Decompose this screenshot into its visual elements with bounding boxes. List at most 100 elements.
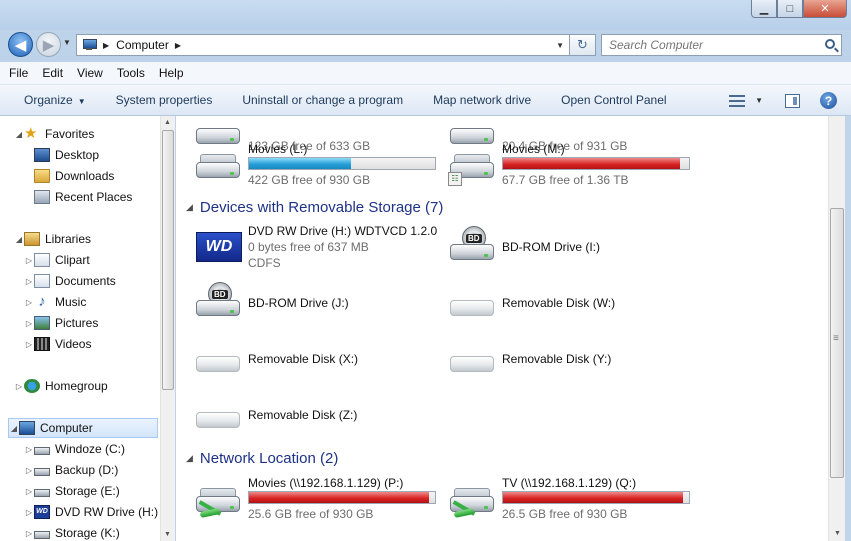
menu-file[interactable]: File [9,66,28,80]
drive-tile-dvd-h[interactable]: WD DVD RW Drive (H:) WDTVCD 1.2.0 0 byte… [176,222,437,274]
uninstall-program-button[interactable]: Uninstall or change a program [242,93,403,107]
drive-name: BD-ROM Drive (I:) [502,240,600,254]
shared-badge-icon: ☷ [448,172,462,186]
nav-drive-k-label: Storage (K:) [55,526,120,540]
collapse-arrow-icon[interactable]: ▷ [24,319,34,328]
collapse-arrow-icon[interactable]: ▷ [24,298,34,307]
nav-music[interactable]: ▷ ♪ Music [24,292,160,312]
nav-drive-h[interactable]: ▷ WD DVD RW Drive (H:) [24,502,160,522]
view-options-dropdown[interactable]: ▼ [755,96,763,105]
menu-edit[interactable]: Edit [42,66,63,80]
nav-drive-d-label: Backup (D:) [55,463,119,477]
nav-libraries[interactable]: ◢ Libraries [14,229,160,249]
breadcrumb-computer[interactable]: Computer [116,38,169,52]
command-bar-right: ▼ ? [729,85,851,116]
scroll-down-arrow-icon[interactable]: ▼ [164,531,171,538]
drive-tile-network-q[interactable]: TV (\\192.168.1.129) (Q:) 26.5 GB free o… [430,474,690,522]
nav-drive-e[interactable]: ▷ Storage (E:) [24,481,160,501]
collapse-arrow-icon[interactable]: ▷ [24,445,34,454]
nav-drive-d[interactable]: ▷ Backup (D:) [24,460,160,480]
nav-recent-places[interactable]: Recent Places [24,187,160,207]
removable-disk-icon [194,394,242,434]
forward-button[interactable]: ▶ [36,32,61,57]
address-dropdown-icon[interactable]: ▼ [556,41,564,50]
search-input[interactable] [609,38,819,52]
drive-tile-network-p[interactable]: Movies (\\192.168.1.129) (P:) 25.6 GB fr… [176,474,436,522]
window-controls: ▁ □ ✕ [751,0,847,18]
drive-tile-removable-w[interactable]: Removable Disk (W:) [430,278,680,326]
scroll-up-arrow-icon[interactable]: ▲ [164,119,171,126]
address-bar[interactable]: ▶ Computer ▶ ▼ [76,34,570,56]
recent-pages-dropdown[interactable]: ▼ [63,38,71,47]
nav-computer[interactable]: ◢ Computer [8,418,158,438]
collapse-arrow-icon[interactable]: ▷ [24,487,34,496]
nav-desktop-label: Desktop [55,148,100,162]
help-icon[interactable]: ? [820,92,837,109]
refresh-button[interactable]: ↻ [570,34,596,56]
drive-tile-removable-z[interactable]: Removable Disk (Z:) [176,390,426,438]
nav-favorites[interactable]: ◢ ★ Favorites [14,124,160,144]
nav-drive-k[interactable]: ▷ Storage (K:) [24,523,160,541]
collapse-arrow-icon[interactable]: ▷ [24,277,34,286]
collapse-group-icon[interactable]: ◢ [186,202,193,213]
search-icon[interactable] [825,39,835,49]
capacity-bar [248,157,436,170]
collapse-arrow-icon[interactable]: ▷ [24,529,34,538]
group-header-removable[interactable]: ◢ Devices with Removable Storage (7) [186,198,443,216]
open-control-panel-button[interactable]: Open Control Panel [561,93,666,107]
nav-clipart[interactable]: ▷ Clipart [24,250,160,270]
nav-favorites-label: Favorites [45,127,95,141]
capacity-fill [249,158,352,169]
nav-drive-h-label: DVD RW Drive (H:) [55,505,159,519]
expand-arrow-icon[interactable]: ◢ [14,130,24,139]
drive-tile-bd-j[interactable]: BD BD-ROM Drive (J:) [176,278,426,326]
nav-homegroup[interactable]: ▷ Homegroup [14,376,160,396]
content-scrollbar[interactable]: ▼ [828,116,845,541]
maximize-button[interactable]: □ [777,0,803,18]
breadcrumb-chevron-icon[interactable]: ▶ [103,41,109,50]
collapse-arrow-icon[interactable]: ▷ [24,340,34,349]
nav-drive-c[interactable]: ▷ Windoze (C:) [24,439,160,459]
collapse-arrow-icon[interactable]: ▷ [24,466,34,475]
nav-downloads[interactable]: Downloads [24,166,160,186]
menu-view[interactable]: View [77,66,103,80]
drive-tile-movies-m[interactable]: ☷ Movies (M:) 67.7 GB free of 1.36 TB [430,140,690,188]
drive-tile-removable-y[interactable]: Removable Disk (Y:) [430,334,680,382]
group-header-network[interactable]: ◢ Network Location (2) [186,449,338,467]
capacity-bar [248,491,436,504]
nav-videos[interactable]: ▷ Videos [24,334,160,354]
nav-documents[interactable]: ▷ Documents [24,271,160,291]
navigation-scroll-thumb[interactable] [162,130,174,390]
collapse-arrow-icon[interactable]: ▷ [24,508,34,517]
drive-tile-removable-x[interactable]: Removable Disk (X:) [176,334,426,382]
expand-arrow-icon[interactable]: ◢ [14,235,24,244]
expand-arrow-icon[interactable]: ◢ [9,424,19,433]
back-button[interactable]: ◀ [8,32,33,57]
close-button[interactable]: ✕ [803,0,847,18]
content-scroll-thumb[interactable] [830,208,844,478]
search-box[interactable] [601,34,842,56]
breadcrumb-chevron-icon[interactable]: ▶ [175,41,181,50]
preview-pane-icon[interactable] [785,93,800,108]
system-properties-button[interactable]: System properties [116,93,213,107]
collapse-group-icon[interactable]: ◢ [186,453,193,464]
nav-recent-places-label: Recent Places [55,190,133,204]
drive-tile-movies-l[interactable]: Movies (L:) 422 GB free of 930 GB [176,140,436,188]
nav-pictures[interactable]: ▷ Pictures [24,313,160,333]
scroll-down-arrow-icon[interactable]: ▼ [834,530,841,537]
collapse-arrow-icon[interactable]: ▷ [14,382,24,391]
capacity-fill [503,158,680,169]
navigation-pane: ◢ ★ Favorites Desktop Downloads Recent P… [0,116,160,541]
nav-desktop[interactable]: Desktop [24,145,160,165]
navigation-scrollbar[interactable]: ▲ ▼ [160,116,175,541]
map-network-drive-button[interactable]: Map network drive [433,93,531,107]
minimize-button[interactable]: ▁ [751,0,777,18]
bd-rom-drive-icon: BD [448,226,496,266]
collapse-arrow-icon[interactable]: ▷ [24,256,34,265]
menu-tools[interactable]: Tools [117,66,145,80]
menu-help[interactable]: Help [159,66,184,80]
command-bar: Organize ▼ System properties Uninstall or… [0,85,851,116]
change-view-icon[interactable] [729,94,746,107]
drive-tile-bd-i[interactable]: BD BD-ROM Drive (I:) [430,222,680,270]
organize-button[interactable]: Organize ▼ [24,93,86,107]
